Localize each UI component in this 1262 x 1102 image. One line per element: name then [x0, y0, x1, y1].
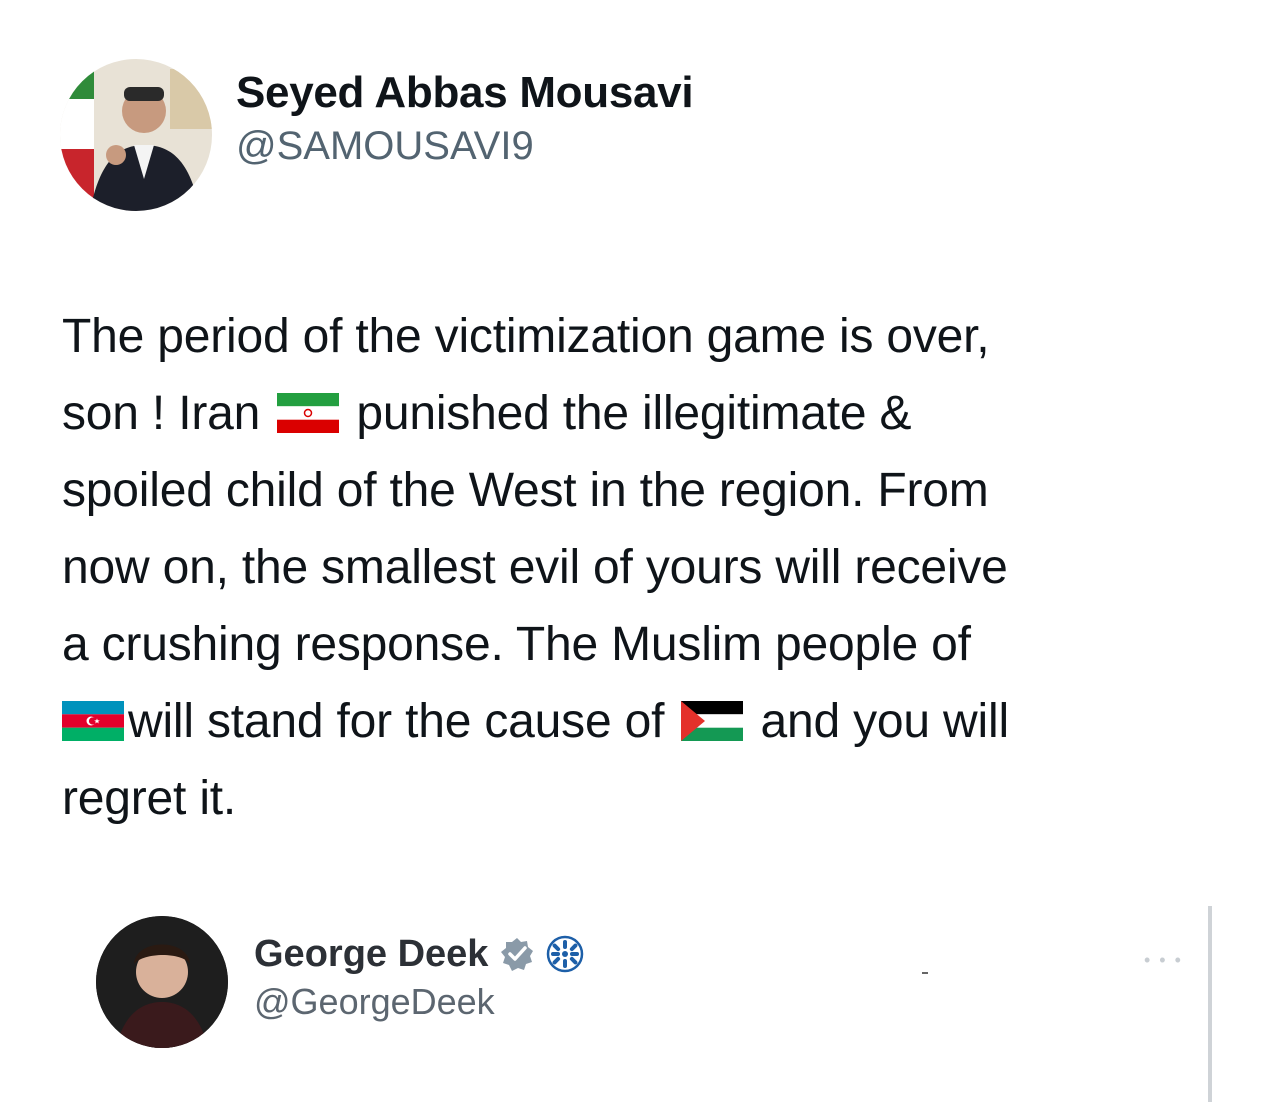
more-icon[interactable]: • • •: [1144, 950, 1183, 971]
profile-photo-icon: [96, 916, 228, 1048]
tweet-line: now on, the smallest evil of yours will …: [62, 541, 1008, 594]
quoted-tweet[interactable]: George Deek @GeorgeDeek • • •: [96, 910, 1216, 1102]
tweet-line-segment: punished the illegitimate &: [356, 387, 912, 440]
author-avatar[interactable]: [60, 59, 212, 211]
author-handle[interactable]: @SAMOUSAVI9: [236, 121, 693, 171]
quoted-author-avatar[interactable]: [96, 916, 228, 1048]
tweet-header: Seyed Abbas Mousavi @SAMOUSAVI9: [60, 58, 694, 212]
tweet-line-segment: and you will: [760, 695, 1010, 748]
tweet-line: The period of the victimization game is …: [62, 310, 990, 363]
quoted-author-name-row: George Deek: [254, 930, 584, 978]
quoted-author-names: George Deek @GeorgeDeek: [254, 930, 584, 1026]
tweet-line: regret it.: [62, 772, 237, 825]
author-names: Seyed Abbas Mousavi @SAMOUSAVI9: [236, 65, 694, 171]
tweet-line: a crushing response. The Muslim people o…: [62, 618, 971, 671]
tweet-line-segment: son ! Iran: [62, 387, 261, 440]
palestine-flag-icon: [681, 701, 744, 741]
iran-flag-icon: [277, 393, 340, 433]
tweet-line: will stand for the cause of and you will: [62, 683, 1222, 760]
quoted-handle[interactable]: @GeorgeDeek: [254, 978, 584, 1026]
author-display-name[interactable]: Seyed Abbas Mousavi: [236, 65, 694, 121]
verified-badge-icon: [501, 938, 534, 971]
quoted-display-name[interactable]: George Deek: [254, 930, 488, 978]
affiliate-badge-icon: [547, 935, 584, 973]
tweet-line-segment: will stand for the cause of: [128, 695, 665, 748]
tweet-text: The period of the victimization game is …: [62, 298, 1222, 837]
scrollbar[interactable]: [1208, 906, 1212, 1102]
tweet-line: spoiled child of the West in the region.…: [62, 464, 989, 517]
tweet-line: son ! Iran punished the illegitimate &: [62, 375, 1222, 452]
divider-mark: [922, 972, 928, 974]
profile-photo-icon: [60, 59, 212, 211]
azerbaijan-flag-icon: [62, 701, 124, 741]
